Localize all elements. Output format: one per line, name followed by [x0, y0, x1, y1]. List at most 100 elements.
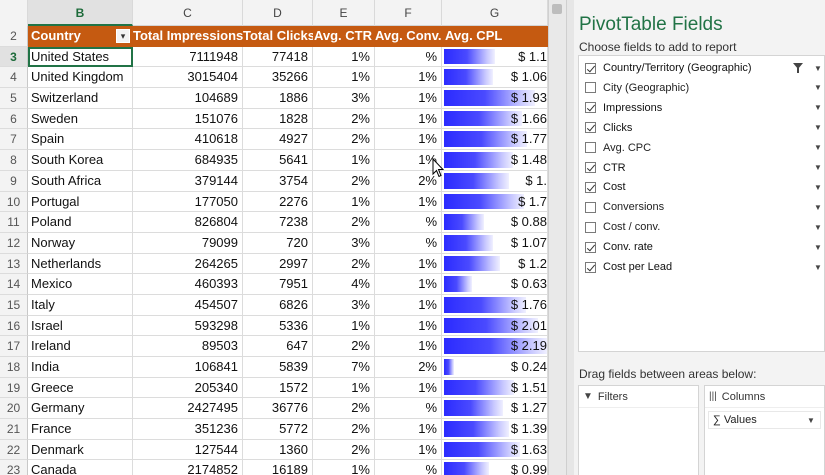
chevron-down-icon[interactable]: ▼ — [813, 203, 823, 212]
cpl-cell[interactable]: $ 1.7 — [442, 191, 548, 213]
country-cell[interactable]: Netherlands — [28, 253, 133, 275]
pivot-field-item[interactable]: Cost per Lead ▼ — [585, 258, 823, 276]
spreadsheet-grid[interactable]: B C D E F G 2 Country ▾ Total Impression… — [0, 0, 548, 475]
cpl-cell[interactable]: $ 2.01 — [442, 315, 548, 337]
country-cell[interactable]: Norway — [28, 232, 133, 254]
header-country[interactable]: Country ▾ — [28, 26, 133, 47]
country-cell[interactable]: Germany — [28, 398, 133, 420]
clicks-cell[interactable]: 7238 — [243, 212, 313, 233]
cpl-cell[interactable]: $ 1.77 — [442, 129, 548, 151]
cpl-cell[interactable]: $ 1.06 — [442, 67, 548, 89]
impressions-cell[interactable]: 205340 — [133, 377, 243, 399]
vertical-scrollbar[interactable] — [548, 0, 566, 475]
row-number[interactable]: 11 — [0, 212, 28, 233]
column-header-e[interactable]: E — [313, 0, 375, 26]
clicks-cell[interactable]: 720 — [243, 232, 313, 254]
pivot-field-item[interactable]: CTR ▼ — [585, 159, 823, 177]
chevron-down-icon[interactable]: ▼ — [813, 263, 823, 272]
checkbox-checked-icon[interactable] — [585, 261, 596, 273]
ctr-cell[interactable]: 2% — [313, 212, 375, 233]
impressions-cell[interactable]: 410618 — [133, 129, 243, 151]
impressions-cell[interactable]: 177050 — [133, 191, 243, 213]
row-number[interactable]: 12 — [0, 232, 28, 254]
chevron-down-icon[interactable]: ▼ — [813, 183, 823, 192]
header-ctr[interactable]: Avg. CTR — [313, 26, 375, 47]
row-number[interactable]: 23 — [0, 460, 28, 475]
ctr-cell[interactable]: 3% — [313, 294, 375, 316]
clicks-cell[interactable]: 7951 — [243, 274, 313, 295]
impressions-cell[interactable]: 264265 — [133, 253, 243, 275]
cpl-cell[interactable]: $ 0.24 — [442, 357, 548, 378]
checkbox-unchecked-icon[interactable] — [585, 82, 596, 94]
header-clicks[interactable]: Total Clicks — [243, 26, 313, 47]
header-impressions[interactable]: Total Impressions — [133, 26, 243, 47]
impressions-cell[interactable]: 89503 — [133, 336, 243, 357]
header-cpl[interactable]: Avg. CPL — [442, 26, 548, 47]
column-header-b[interactable]: B — [28, 0, 133, 26]
conv-cell[interactable]: % — [375, 460, 442, 475]
ctr-cell[interactable]: 2% — [313, 336, 375, 357]
country-cell[interactable]: Greece — [28, 377, 133, 399]
chevron-down-icon[interactable]: ▼ — [813, 243, 823, 252]
country-cell[interactable]: South Korea — [28, 150, 133, 171]
pivot-field-item[interactable]: Cost / conv. ▼ — [585, 218, 823, 236]
ctr-cell[interactable]: 3% — [313, 232, 375, 254]
row-number[interactable]: 5 — [0, 88, 28, 109]
cpl-cell[interactable]: $ 1.51 — [442, 377, 548, 399]
filter-dropdown-icon[interactable]: ▾ — [116, 29, 130, 43]
row-number[interactable]: 10 — [0, 191, 28, 213]
row-number[interactable]: 15 — [0, 294, 28, 316]
chevron-down-icon[interactable]: ▼ — [813, 64, 823, 73]
ctr-cell[interactable]: 3% — [313, 88, 375, 109]
clicks-cell[interactable]: 16189 — [243, 460, 313, 475]
country-cell[interactable]: South Africa — [28, 170, 133, 192]
conv-cell[interactable]: 1% — [375, 294, 442, 316]
ctr-cell[interactable]: 2% — [313, 398, 375, 420]
checkbox-checked-icon[interactable] — [585, 181, 596, 193]
country-cell[interactable]: Canada — [28, 460, 133, 475]
ctr-cell[interactable]: 2% — [313, 170, 375, 192]
impressions-cell[interactable]: 151076 — [133, 108, 243, 130]
ctr-cell[interactable]: 1% — [313, 460, 375, 475]
chevron-down-icon[interactable]: ▼ — [806, 416, 816, 425]
clicks-cell[interactable]: 5641 — [243, 150, 313, 171]
clicks-cell[interactable]: 3754 — [243, 170, 313, 192]
country-cell[interactable]: India — [28, 357, 133, 378]
conv-cell[interactable]: 1% — [375, 315, 442, 337]
chevron-down-icon[interactable]: ▼ — [813, 123, 823, 132]
country-cell[interactable]: Switzerland — [28, 88, 133, 109]
clicks-cell[interactable]: 2276 — [243, 191, 313, 213]
row-number[interactable]: 19 — [0, 377, 28, 399]
column-header-g[interactable]: G — [442, 0, 548, 26]
row-number[interactable]: 17 — [0, 336, 28, 357]
cpl-cell[interactable]: $ 1.48 — [442, 150, 548, 171]
country-cell[interactable]: Spain — [28, 129, 133, 151]
pane-splitter[interactable] — [566, 0, 574, 475]
row-number[interactable]: 8 — [0, 150, 28, 171]
clicks-cell[interactable]: 35266 — [243, 67, 313, 89]
cpl-cell[interactable]: $ 1.76 — [442, 294, 548, 316]
clicks-cell[interactable]: 4927 — [243, 129, 313, 151]
row-number[interactable]: 9 — [0, 170, 28, 192]
chevron-down-icon[interactable]: ▼ — [813, 83, 823, 92]
conv-cell[interactable]: % — [375, 232, 442, 254]
pivot-field-item[interactable]: Conv. rate ▼ — [585, 238, 823, 256]
checkbox-checked-icon[interactable] — [585, 162, 596, 173]
checkbox-checked-icon[interactable] — [585, 102, 596, 114]
clicks-cell[interactable]: 36776 — [243, 398, 313, 420]
impressions-cell[interactable]: 106841 — [133, 357, 243, 378]
country-cell[interactable]: Poland — [28, 212, 133, 233]
clicks-cell[interactable]: 1886 — [243, 88, 313, 109]
row-number[interactable]: 21 — [0, 419, 28, 440]
filters-area[interactable]: ▼ Filters — [578, 385, 699, 475]
clicks-cell[interactable]: 77418 — [243, 46, 313, 68]
cpl-cell[interactable]: $ 1.39 — [442, 419, 548, 440]
conv-cell[interactable]: % — [375, 212, 442, 233]
country-cell[interactable]: Sweden — [28, 108, 133, 130]
conv-cell[interactable]: 2% — [375, 357, 442, 378]
conv-cell[interactable]: 1% — [375, 377, 442, 399]
row-number[interactable]: 20 — [0, 398, 28, 420]
ctr-cell[interactable]: 1% — [313, 46, 375, 68]
checkbox-unchecked-icon[interactable] — [585, 201, 596, 213]
impressions-cell[interactable]: 454507 — [133, 294, 243, 316]
